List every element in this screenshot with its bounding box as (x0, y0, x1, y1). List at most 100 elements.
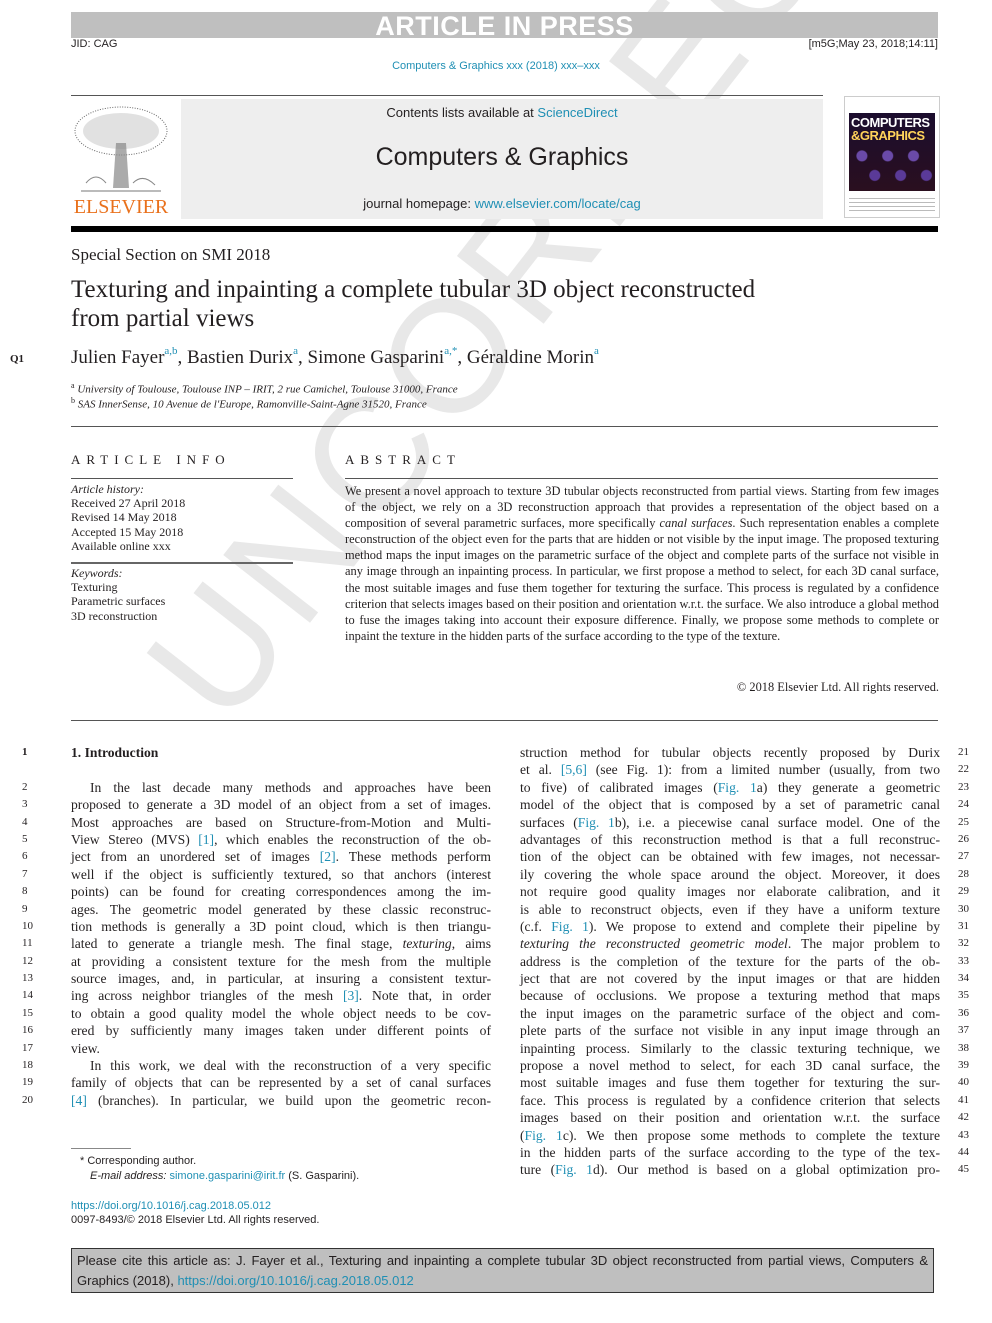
reference-link[interactable]: Fig. 1 (578, 815, 615, 830)
cover-footer-text (849, 195, 935, 213)
elsevier-logo[interactable]: ELSEVIER (71, 103, 171, 218)
text-line: 24 model of the object that is composed b… (520, 796, 969, 813)
line-number: 2 (22, 780, 28, 793)
text-line: 15 to obtain a good quality model the who… (22, 1005, 491, 1021)
line-number: 8 (22, 885, 28, 898)
line-number: 27 (958, 850, 969, 863)
text-line: 8 points) can be found for creating corre… (22, 884, 491, 900)
author[interactable]: Simone Gasparinia,* (308, 345, 458, 368)
line-number: 41 (958, 1093, 969, 1106)
keyword: Texturing (71, 580, 118, 595)
line-number: 38 (958, 1041, 969, 1054)
reference-link[interactable]: [3] (343, 988, 359, 1003)
reference-link[interactable]: Fig. 1 (525, 1128, 563, 1143)
text-line: 10 tion methods is generally a 3D point c… (22, 918, 491, 934)
line-number: 13 (22, 972, 33, 985)
text-line: 21 struction method for tubular objects r… (520, 744, 969, 761)
citation-doi-link[interactable]: https://doi.org/10.1016/j.cag.2018.05.01… (177, 1273, 413, 1288)
line-number: 24 (958, 798, 969, 811)
masthead-top-rule (71, 95, 823, 96)
text-line: 31 (c.f. Fig. 1). We propose to extend an… (520, 918, 969, 935)
doi-link[interactable]: https://doi.org/10.1016/j.cag.2018.05.01… (71, 1199, 319, 1213)
special-section-label: Special Section on SMI 2018 (71, 245, 271, 264)
text-line: 43 (Fig. 1c). We then propose some method… (520, 1127, 969, 1144)
reference-link[interactable]: Fig. 1 (718, 780, 757, 795)
abstract-text: We present a novel approach to texture 3… (345, 484, 939, 643)
header-rule (71, 426, 938, 427)
line-number: 20 (22, 1093, 33, 1106)
keywords: Keywords: Texturing Parametric surfaces … (71, 566, 166, 623)
line-number: 44 (958, 1145, 969, 1158)
text-line: 41 face. This process is regulated by a c… (520, 1092, 969, 1109)
article-title: Texturing and inpainting a complete tubu… (71, 276, 756, 332)
contents-line: Contents lists available at ScienceDirec… (386, 105, 618, 120)
text-line: 36 the input images on the parametric sur… (520, 1005, 969, 1022)
reference-link[interactable]: [1] (198, 832, 214, 847)
text-line: 37 plete parts of the surface not visible… (520, 1022, 969, 1039)
line-number: 16 (22, 1024, 33, 1037)
journal-cover-thumbnail[interactable]: COMPUTERS &GRAPHICS (844, 96, 940, 218)
build-stamp: [m5G;May 23, 2018;14:11] (808, 38, 938, 50)
journal-masthead: Contents lists available at ScienceDirec… (181, 99, 823, 219)
text-line: 34 ject that are not covered by the input… (520, 970, 969, 987)
text-line: 19 family of objects that can be represen… (22, 1075, 491, 1091)
divider (71, 562, 293, 564)
divider (345, 478, 938, 479)
email-link[interactable]: simone.gasparini@irit.fr (169, 1170, 285, 1182)
author[interactable]: Julien Fayera,b (71, 345, 178, 368)
text-line: 45 ture (Fig. 1d). Our method is based on… (520, 1161, 969, 1178)
running-head[interactable]: Computers & Graphics xxx (2018) xxx–xxx (0, 60, 992, 72)
text-line: 38 inpainting process. Similarly to the c… (520, 1040, 969, 1057)
line-number: 39 (958, 1059, 969, 1072)
line-number: 25 (958, 815, 969, 828)
line-number: 15 (22, 1006, 33, 1019)
abstract-heading: ABSTRACT (345, 452, 461, 467)
text-line: 27 tion of the object can be obtained wit… (520, 848, 969, 865)
line-number: 18 (22, 1059, 33, 1072)
affiliation: a University of Toulouse, Toulouse INP –… (71, 381, 458, 396)
text-line: 2 In the last decade many methods and app… (22, 779, 491, 795)
text-line: 23 to five) of calibrated images (Fig. 1a… (520, 779, 969, 796)
line-number: 36 (958, 1006, 969, 1019)
article-history: Article history: Received 27 April 2018 … (71, 482, 186, 553)
author[interactable]: Géraldine Morina (467, 345, 599, 368)
reference-link[interactable]: Fig. 1 (555, 1162, 593, 1177)
line-number: 5 (22, 832, 28, 845)
cover-title-line2: &GRAPHICS (851, 128, 925, 143)
journal-homepage-link[interactable]: www.elsevier.com/locate/cag (475, 196, 641, 211)
text-line: 20 [4] (branches). In particular, we buil… (22, 1092, 491, 1108)
reference-link[interactable]: [2] (320, 849, 336, 864)
line-number: 45 (958, 1163, 969, 1176)
journal-id: JID: CAG (71, 38, 118, 50)
reference-link[interactable]: Fig. 1 (551, 919, 589, 934)
history-item: Revised 14 May 2018 (71, 510, 177, 525)
footnote-rule (71, 1148, 131, 1149)
text-line: 17 view. (22, 1040, 100, 1056)
text-line: 30 is able to reconstruct objects, even i… (520, 901, 969, 918)
text-line: 14 ing across neighbor triangles of the m… (22, 988, 491, 1004)
reference-link[interactable]: [5,6] (561, 762, 587, 777)
line-number: 30 (958, 902, 969, 915)
line-number: 10 (22, 919, 33, 932)
citation-box: Please cite this article as: J. Fayer et… (71, 1248, 934, 1293)
sciencedirect-link[interactable]: ScienceDirect (537, 105, 617, 120)
author[interactable]: Bastien Durixa (187, 345, 298, 368)
line-number: 29 (958, 885, 969, 898)
text-line: 9 ages. The geometric model generated by … (22, 901, 491, 917)
masthead-bottom-rule (71, 226, 938, 232)
line-number: 3 (22, 798, 28, 811)
line-number: 37 (958, 1024, 969, 1037)
elsevier-wordmark: ELSEVIER (73, 196, 169, 218)
line-number: 43 (958, 1128, 969, 1141)
article-info-heading: ARTICLE INFO (71, 452, 231, 467)
text-line: 26 advantages of this reconstruction meth… (520, 831, 969, 848)
text-line: 22 et al. [5,6] (see Fig. 1): from a limi… (520, 761, 969, 778)
email-note: E-mail address: simone.gasparini@irit.fr… (90, 1170, 360, 1182)
line-number: 14 (22, 989, 33, 1002)
doi-block: https://doi.org/10.1016/j.cag.2018.05.01… (71, 1199, 319, 1227)
text-line: 18 In this work, we deal with the reconst… (22, 1058, 491, 1074)
text-line: 29 not require good quality images nor el… (520, 883, 969, 900)
line-number: 21 (958, 746, 969, 758)
text-line: 33 address is the completion of the textu… (520, 953, 969, 970)
reference-link[interactable]: [4] (71, 1093, 87, 1108)
